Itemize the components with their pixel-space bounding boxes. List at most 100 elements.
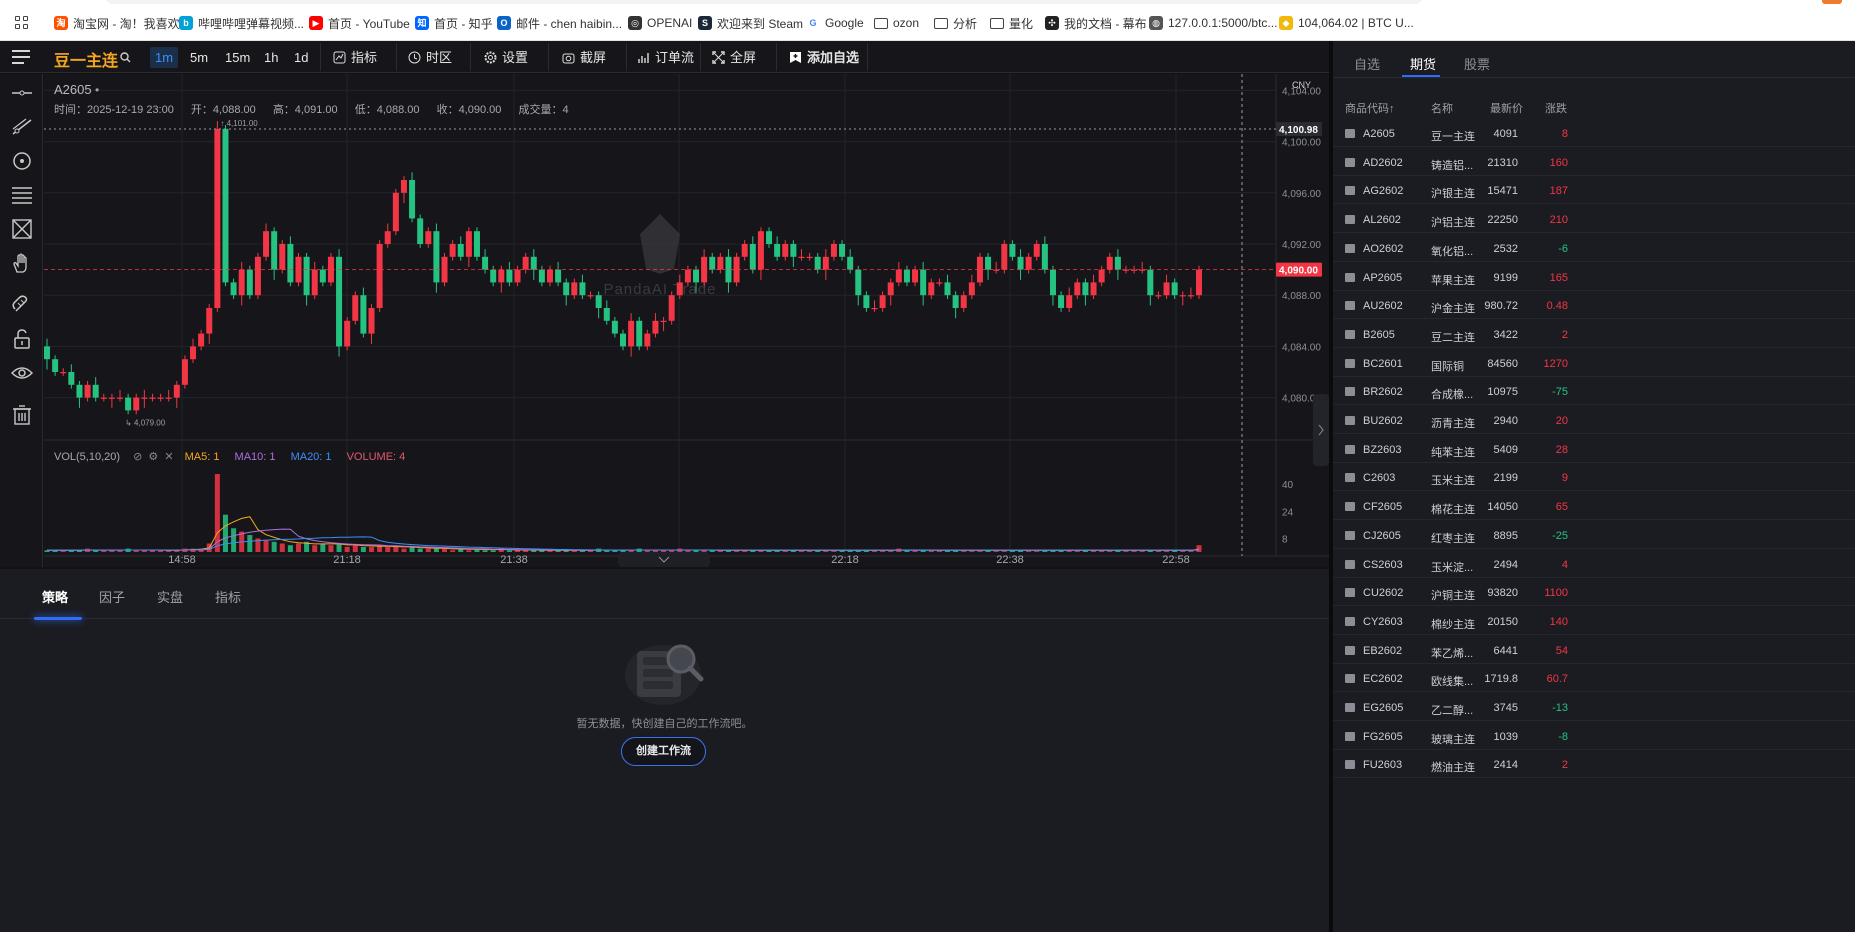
period-1d[interactable]: 1d: [289, 47, 313, 68]
table-row[interactable]: FU2603 燃油主连 2414 2: [1333, 750, 1855, 779]
hand-icon[interactable]: [11, 252, 33, 274]
market-tab-2[interactable]: 股票: [1464, 54, 1490, 73]
table-row[interactable]: EG2605 乙二醇... 3745 -13: [1333, 693, 1855, 721]
watchlist-flag-icon[interactable]: [1345, 559, 1355, 569]
tab-1[interactable]: 因子: [99, 587, 125, 606]
header-price[interactable]: 最新价: [1490, 100, 1523, 116]
watchlist-flag-icon[interactable]: [1345, 215, 1355, 225]
create-workflow-button[interactable]: 创建工作流: [621, 737, 706, 766]
period-5m[interactable]: 5m: [185, 47, 213, 68]
bookmark-8[interactable]: ozon: [874, 14, 919, 32]
bookmark-9[interactable]: 分析: [934, 14, 977, 32]
watchlist-flag-icon[interactable]: [1345, 329, 1355, 339]
watchlist-flag-icon[interactable]: [1345, 703, 1355, 712]
extension-badge[interactable]: [1822, 0, 1842, 4]
watchlist-flag-icon[interactable]: [1345, 674, 1355, 684]
menu-icon[interactable]: [12, 50, 30, 64]
bookmark-7[interactable]: G Google: [806, 14, 863, 32]
chart-canvas[interactable]: PandaAI Trade4,104.004,100.004,096.004,0…: [44, 74, 1329, 567]
circle-target-icon[interactable]: [11, 150, 33, 172]
bookmark-6[interactable]: S 欢迎来到 Steam: [698, 14, 803, 32]
market-tab-1[interactable]: 期货: [1410, 54, 1436, 73]
watchlist-flag-icon[interactable]: [1345, 301, 1355, 311]
table-row[interactable]: EC2602 欧线集... 1719.8 60.7: [1333, 664, 1855, 693]
table-row[interactable]: AP2605 苹果主连 9199 165: [1333, 263, 1855, 291]
watchlist-flag-icon[interactable]: [1345, 588, 1355, 598]
table-row[interactable]: FG2605 玻璃主连 1039 -8: [1333, 722, 1855, 750]
watchlist-flag-icon[interactable]: [1345, 186, 1355, 196]
table-row[interactable]: A2605 豆一主连 4091 8: [1333, 119, 1855, 147]
watchlist-flag-icon[interactable]: [1345, 502, 1355, 512]
watchlist-flag-icon[interactable]: [1345, 129, 1355, 138]
table-row[interactable]: BZ2603 纯苯主连 5409 28: [1333, 435, 1855, 463]
watchlist-flag-icon[interactable]: [1345, 157, 1355, 167]
candlestick-chart[interactable]: PandaAI Trade 4,104.00 4,100.00 4,096.00 4,0…: [44, 74, 1329, 567]
bookmark-3[interactable]: 知首页 - 知乎: [415, 14, 493, 32]
table-row[interactable]: CU2602 沪铜主连 93820 1100: [1333, 578, 1855, 607]
magnet-icon[interactable]: [11, 294, 33, 316]
market-tab-0[interactable]: 自选: [1354, 54, 1380, 73]
watchlist-flag-icon[interactable]: [1345, 760, 1355, 770]
bookmark-12[interactable]: ◍ 127.0.0.1:5000/btc...: [1149, 14, 1277, 32]
header-change[interactable]: 涨跌: [1545, 100, 1567, 116]
settings-icon[interactable]: ⚙: [148, 451, 158, 463]
header-name[interactable]: 名称: [1431, 100, 1453, 116]
tab-0[interactable]: 策略: [42, 587, 68, 606]
hide-icon[interactable]: ⊘: [133, 451, 142, 463]
bookmark-4[interactable]: O 邮件 - chen haibin...: [497, 14, 622, 32]
watchlist-flag-icon[interactable]: [1345, 530, 1355, 540]
table-row[interactable]: BU2602 沥青主连 2940 20: [1333, 406, 1855, 434]
watchlist-flag-icon[interactable]: [1345, 243, 1355, 253]
pattern-icon[interactable]: [11, 218, 33, 240]
apps-grid-icon[interactable]: [15, 16, 28, 29]
tab-3[interactable]: 指标: [215, 587, 241, 606]
watchlist-flag-icon[interactable]: [1345, 616, 1355, 626]
watchlist-flag-icon[interactable]: [1345, 358, 1355, 368]
tool-orderflow[interactable]: 订单流: [637, 47, 694, 68]
tool-camera[interactable]: 截屏: [562, 47, 606, 68]
table-row[interactable]: AU2602 沪金主连 980.72 0.48: [1333, 291, 1855, 320]
table-row[interactable]: C2603 玉米主连 2199 9: [1333, 463, 1855, 492]
watchlist-flag-icon[interactable]: [1345, 731, 1355, 741]
table-row[interactable]: BC2601 国际铜 84560 1270: [1333, 349, 1855, 377]
table-row[interactable]: BR2602 合成橡... 10975 -75: [1333, 377, 1855, 406]
table-row[interactable]: CY2603 棉纱主连 20150 140: [1333, 607, 1855, 635]
tool-timezone[interactable]: 时区: [408, 47, 452, 68]
table-row[interactable]: CJ2605 红枣主连 8895 -25: [1333, 521, 1855, 549]
bookmark-1[interactable]: b 哔哩哔哩弹幕视频...: [179, 14, 304, 32]
bookmark-13[interactable]: ◆ 104,064.02 | BTC U...: [1279, 14, 1414, 32]
tool-settings[interactable]: 设置: [484, 47, 528, 68]
watchlist-flag-icon[interactable]: [1345, 645, 1355, 655]
period-1h[interactable]: 1h: [259, 47, 283, 68]
watchlist-flag-icon[interactable]: [1345, 272, 1355, 282]
header-code[interactable]: 商品代码↑: [1345, 100, 1395, 116]
table-row[interactable]: EB2602 苯乙烯... 6441 54: [1333, 636, 1855, 664]
bookmark-0[interactable]: 淘淘宝网 - 淘！我喜欢: [54, 14, 180, 32]
trash-icon[interactable]: [11, 404, 33, 426]
tool-fullscreen[interactable]: 全屏: [712, 47, 756, 68]
table-row[interactable]: CF2605 棉花主连 14050 65: [1333, 492, 1855, 521]
search-icon[interactable]: [120, 52, 131, 63]
table-row[interactable]: AD2602 铸造铝... 21310 160: [1333, 148, 1855, 176]
period-1m[interactable]: 1m: [150, 47, 179, 68]
table-row[interactable]: AG2602 沪银主连 15471 187: [1333, 176, 1855, 205]
table-row[interactable]: AL2602 沪铝主连 22250 210: [1333, 205, 1855, 234]
period-15m[interactable]: 15m: [220, 47, 255, 68]
table-row[interactable]: CS2603 玉米淀... 2494 4: [1333, 550, 1855, 578]
trend-line-icon[interactable]: [11, 116, 33, 138]
tool-indicator[interactable]: 指标: [333, 47, 377, 68]
fib-lines-icon[interactable]: [11, 184, 33, 206]
tool-bookmark-add[interactable]: 添加自选: [789, 47, 859, 68]
bookmark-2[interactable]: ▶ 首页 - YouTube: [309, 14, 410, 32]
horizontal-line-icon[interactable]: [11, 82, 33, 104]
eye-icon[interactable]: [11, 362, 33, 384]
watchlist-flag-icon[interactable]: [1345, 387, 1355, 397]
close-icon[interactable]: ✕: [164, 451, 173, 463]
bookmark-11[interactable]: ✣ 我的文档 - 幕布: [1045, 14, 1147, 32]
watchlist-flag-icon[interactable]: [1345, 473, 1355, 483]
symbol-title[interactable]: 豆一主连: [54, 47, 118, 71]
bookmark-10[interactable]: 量化: [990, 14, 1033, 32]
table-row[interactable]: B2605 豆二主连 3422 2: [1333, 320, 1855, 348]
tab-2[interactable]: 实盘: [157, 587, 183, 606]
lock-icon[interactable]: [11, 328, 33, 350]
